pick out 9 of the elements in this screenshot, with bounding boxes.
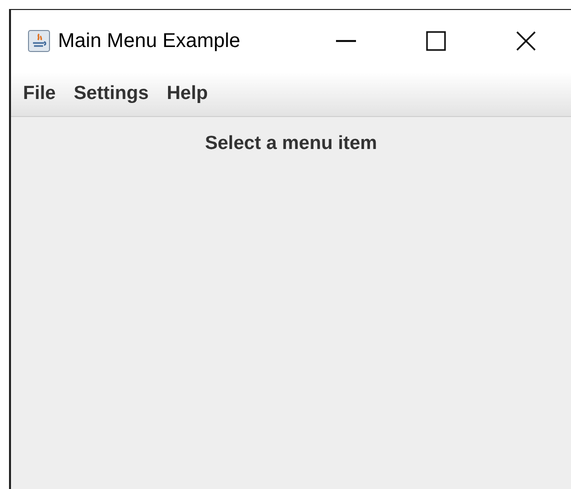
app-icon <box>28 30 50 52</box>
status-label: Select a menu item <box>204 132 378 156</box>
close-icon <box>516 31 536 51</box>
maximize-icon <box>426 31 446 51</box>
minimize-icon <box>336 40 356 42</box>
window-title: Main Menu Example <box>58 29 240 54</box>
menu-item[interactable]: File <box>14 80 65 108</box>
menu-item[interactable]: Settings <box>64 80 158 108</box>
menu-item[interactable]: Help <box>158 80 217 108</box>
